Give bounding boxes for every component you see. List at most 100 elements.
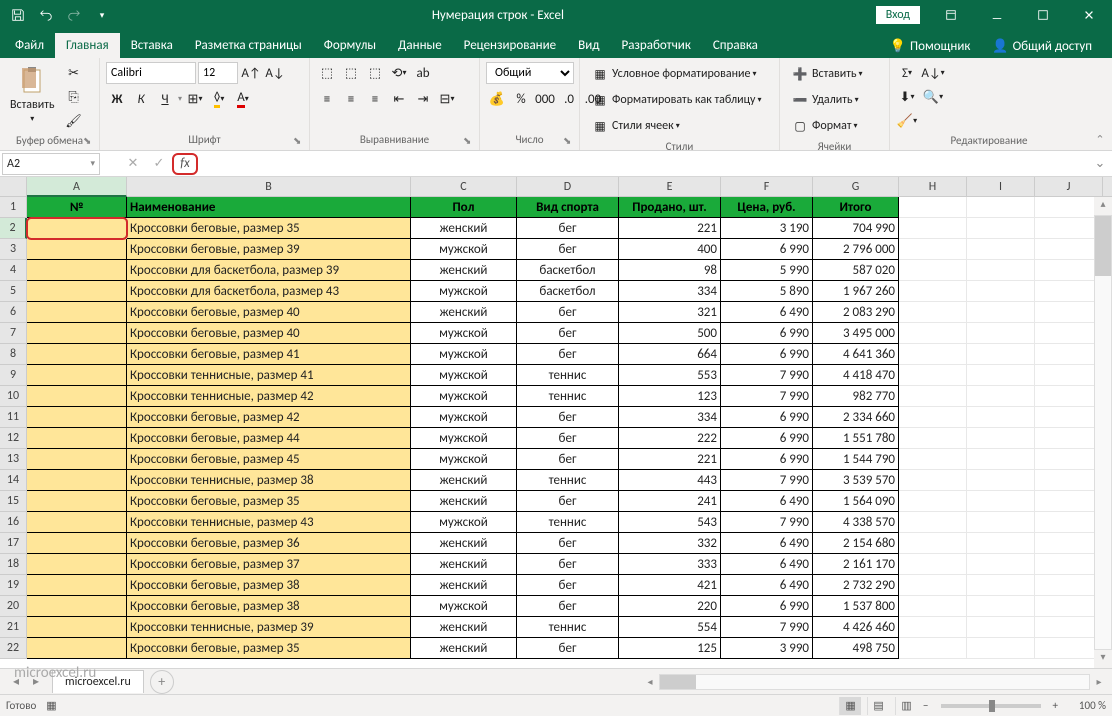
- cell[interactable]: [967, 533, 1035, 554]
- align-right-icon[interactable]: ≡: [364, 88, 386, 110]
- close-icon[interactable]: [1066, 0, 1112, 30]
- cell[interactable]: [899, 386, 967, 407]
- cell[interactable]: [27, 428, 127, 449]
- undo-icon[interactable]: [32, 0, 60, 30]
- cell[interactable]: [967, 365, 1035, 386]
- cell[interactable]: Кроссовки для баскетбола, размер 39: [127, 260, 411, 281]
- cell[interactable]: 2 334 660: [813, 407, 899, 428]
- header-cell[interactable]: Наименование: [127, 197, 411, 218]
- cancel-formula-icon[interactable]: ✕: [120, 153, 146, 175]
- cell[interactable]: 6 990: [721, 239, 813, 260]
- cell[interactable]: [967, 596, 1035, 617]
- cell[interactable]: [899, 281, 967, 302]
- cell[interactable]: [967, 554, 1035, 575]
- cell[interactable]: [27, 575, 127, 596]
- horizontal-scrollbar[interactable]: ◂ ▸: [641, 673, 1108, 691]
- cell[interactable]: 98: [619, 260, 721, 281]
- cell[interactable]: [1035, 344, 1103, 365]
- cell[interactable]: [967, 449, 1035, 470]
- chevron-down-icon[interactable]: ▾: [90, 158, 95, 169]
- cell[interactable]: 321: [619, 302, 721, 323]
- header-cell[interactable]: №: [27, 197, 127, 218]
- cell[interactable]: 1 551 780: [813, 428, 899, 449]
- cell[interactable]: женский: [411, 533, 517, 554]
- save-icon[interactable]: [4, 0, 32, 30]
- row-header[interactable]: 4: [0, 260, 27, 281]
- cell[interactable]: 554: [619, 617, 721, 638]
- format-cells-button[interactable]: ▢Формат▾: [786, 114, 862, 138]
- cell[interactable]: мужской: [411, 407, 517, 428]
- cell[interactable]: 6 990: [721, 449, 813, 470]
- cell[interactable]: [899, 491, 967, 512]
- cell[interactable]: 334: [619, 281, 721, 302]
- cell[interactable]: 498 750: [813, 638, 899, 659]
- cell[interactable]: мужской: [411, 365, 517, 386]
- column-header[interactable]: E: [619, 177, 721, 197]
- cell[interactable]: [899, 470, 967, 491]
- cell[interactable]: бег: [517, 218, 619, 239]
- row-header[interactable]: 9: [0, 365, 27, 386]
- increase-font-icon[interactable]: A↑: [240, 62, 262, 84]
- column-header[interactable]: C: [411, 177, 517, 197]
- cell[interactable]: [899, 323, 967, 344]
- conditional-formatting-button[interactable]: ▦Условное форматирование▾: [586, 62, 760, 86]
- cell-styles-button[interactable]: ▦Стили ячеек▾: [586, 114, 684, 138]
- align-top-icon[interactable]: ⬚: [316, 62, 338, 84]
- cell[interactable]: Кроссовки беговые, размер 36: [127, 533, 411, 554]
- cell[interactable]: [967, 491, 1035, 512]
- underline-button[interactable]: Ч: [154, 88, 176, 110]
- row-header[interactable]: 6: [0, 302, 27, 323]
- row-header[interactable]: 7: [0, 323, 27, 344]
- cell[interactable]: [1035, 638, 1103, 659]
- cell[interactable]: 222: [619, 428, 721, 449]
- cell[interactable]: 1 967 260: [813, 281, 899, 302]
- cell[interactable]: [1035, 470, 1103, 491]
- orientation-icon[interactable]: ⟲▾: [388, 62, 410, 84]
- cell[interactable]: [1035, 533, 1103, 554]
- cell[interactable]: 2 083 290: [813, 302, 899, 323]
- align-middle-icon[interactable]: ⬚: [340, 62, 362, 84]
- cell[interactable]: 2 161 170: [813, 554, 899, 575]
- increase-indent-icon[interactable]: ⇥: [412, 88, 434, 110]
- cell[interactable]: 3 990: [721, 638, 813, 659]
- cell[interactable]: Кроссовки беговые, размер 35: [127, 638, 411, 659]
- cell[interactable]: [27, 407, 127, 428]
- cell[interactable]: Кроссовки беговые, размер 44: [127, 428, 411, 449]
- page-layout-view-icon[interactable]: ▤: [867, 697, 889, 715]
- cell[interactable]: [1035, 617, 1103, 638]
- cell[interactable]: [1035, 449, 1103, 470]
- cell[interactable]: 4 418 470: [813, 365, 899, 386]
- tab-view[interactable]: Вид: [567, 33, 610, 58]
- cell[interactable]: мужской: [411, 239, 517, 260]
- cell[interactable]: 4 338 570: [813, 512, 899, 533]
- cell[interactable]: женский: [411, 638, 517, 659]
- column-header[interactable]: [1103, 177, 1112, 197]
- cell[interactable]: 241: [619, 491, 721, 512]
- normal-view-icon[interactable]: ▦: [839, 697, 861, 715]
- cell[interactable]: Кроссовки теннисные, размер 38: [127, 470, 411, 491]
- cell[interactable]: [27, 386, 127, 407]
- header-cell[interactable]: Продано, шт.: [619, 197, 721, 218]
- align-left-icon[interactable]: ≡: [316, 88, 338, 110]
- cell[interactable]: теннис: [517, 470, 619, 491]
- font-color-icon[interactable]: A▾: [232, 88, 254, 110]
- sheet-nav-next-icon[interactable]: ▸: [26, 674, 46, 689]
- cell[interactable]: [899, 428, 967, 449]
- column-header[interactable]: B: [127, 177, 411, 197]
- wrap-text-icon[interactable]: ab: [412, 62, 434, 84]
- cell[interactable]: [27, 218, 127, 239]
- zoom-level[interactable]: 100 %: [1064, 699, 1106, 712]
- cell[interactable]: 2 154 680: [813, 533, 899, 554]
- borders-icon[interactable]: ⊞▾: [184, 88, 206, 110]
- cell[interactable]: бег: [517, 449, 619, 470]
- cell[interactable]: [899, 596, 967, 617]
- cell[interactable]: 500: [619, 323, 721, 344]
- cell[interactable]: [899, 638, 967, 659]
- cell[interactable]: Кроссовки беговые, размер 38: [127, 596, 411, 617]
- cell[interactable]: 400: [619, 239, 721, 260]
- row-header[interactable]: 21: [0, 617, 27, 638]
- cell[interactable]: [1035, 302, 1103, 323]
- cell[interactable]: женский: [411, 491, 517, 512]
- qat-customize-icon[interactable]: ▾: [88, 0, 116, 30]
- cell[interactable]: Кроссовки для баскетбола, размер 43: [127, 281, 411, 302]
